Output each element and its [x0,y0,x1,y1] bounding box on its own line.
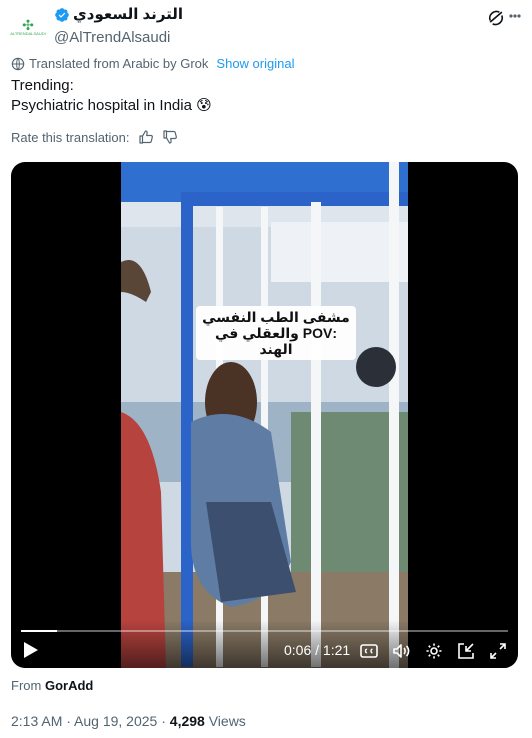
views-count: 4,298 [169,713,205,729]
thumbs-down-icon[interactable] [162,129,178,145]
source-label: From [11,678,42,693]
user-handle[interactable]: @AlTrendAlsaudi [54,28,183,48]
rate-translation: Rate this translation: [11,129,178,145]
translation-note: Translated from Arabic by Grok [29,56,209,71]
play-icon[interactable] [23,641,39,659]
video-caption: مشفى الطب النفسي :POV والعقلي في الهند [196,306,356,360]
avatar-logo-icon: ✣ [22,16,34,33]
video-controls: 0:06 / 1:21 [11,620,518,668]
video-scene [121,162,408,668]
fullscreen-icon[interactable] [488,641,508,661]
verified-badge-icon [55,8,69,22]
show-original-link[interactable]: Show original [216,56,294,71]
display-name-text: الترند السعودي [73,6,184,23]
more-options-icon[interactable] [508,6,522,30]
settings-gear-icon[interactable] [424,641,444,661]
progress-bar[interactable] [21,630,508,632]
video-player[interactable]: مشفى الطب النفسي :POV والعقلي في الهند 0… [11,162,518,668]
tweet-meta: 2:13 AM · Aug 19, 2025 · 4,298 Views [11,713,246,729]
avatar[interactable]: ✣ ALTRENDALSAUDI [10,9,46,45]
display-name[interactable]: الترند السعودي [54,6,183,24]
volume-icon[interactable] [391,641,411,661]
globe-icon [11,57,25,70]
progress-fill [21,630,58,632]
source-link[interactable]: GorAdd [45,678,93,693]
rate-translation-label: Rate this translation: [11,129,130,145]
translation-notice: Translated from Arabic by Grok Show orig… [11,56,294,71]
tweet-timestamp[interactable]: 2:13 AM · Aug 19, 2025 · [11,713,170,729]
thumbs-up-icon[interactable] [138,129,154,145]
source-line: From GorAdd [11,678,93,693]
avatar-logo-text: ALTRENDALSAUDI [10,30,46,36]
video-frame[interactable]: مشفى الطب النفسي :POV والعقلي في الهند [121,162,408,668]
author-info[interactable]: الترند السعودي @AlTrendAlsaudi [54,6,183,48]
captions-icon[interactable] [359,641,379,661]
tweet-header: ✣ ALTRENDALSAUDI الترند السعودي @AlTrend… [10,6,522,46]
views-label: Views [208,713,246,729]
picture-in-picture-icon[interactable] [456,641,476,661]
video-time: 0:06 / 1:21 [284,642,351,658]
grok-icon[interactable] [486,8,506,28]
tweet-text: Trending: Psychiatric hospital in India … [11,77,212,114]
